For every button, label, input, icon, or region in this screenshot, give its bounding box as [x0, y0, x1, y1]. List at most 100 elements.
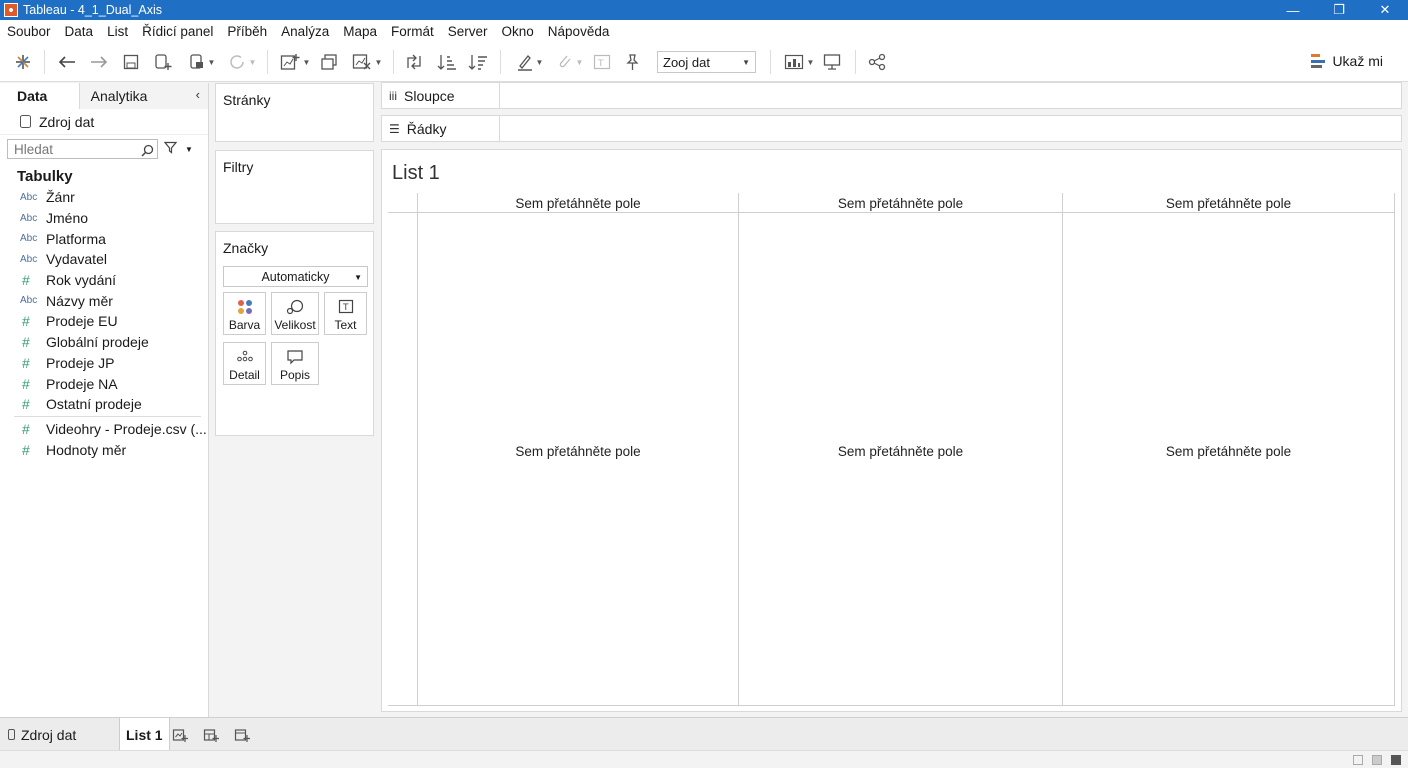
- tab-analytics[interactable]: Analytika: [79, 83, 208, 109]
- field-label: Vydavatel: [46, 251, 107, 268]
- menu-sheet[interactable]: List: [107, 24, 128, 39]
- fit-dropdown[interactable]: Zooj dat ▼: [657, 51, 756, 73]
- field-jmeno[interactable]: Abc Jméno: [0, 208, 208, 229]
- tooltip-button[interactable]: Popis: [271, 342, 319, 385]
- drop-field-zone[interactable]: Sem přetáhněte pole: [1063, 196, 1394, 211]
- drop-field-zone[interactable]: Sem přetáhněte pole: [418, 196, 738, 211]
- pane-menu-chevron-icon[interactable]: ▼: [185, 145, 193, 154]
- show-me-button[interactable]: Ukaž mi: [1311, 53, 1383, 69]
- restore-button[interactable]: ❐: [1316, 0, 1362, 20]
- fix-axes-pin-icon[interactable]: [621, 51, 643, 73]
- field-label: Prodeje JP: [46, 354, 115, 371]
- tab-view-icon[interactable]: [1391, 755, 1401, 765]
- new-data-source-icon[interactable]: [152, 51, 174, 73]
- sheet-title[interactable]: List 1: [392, 162, 440, 185]
- new-worksheet-icon[interactable]: [172, 718, 188, 751]
- menu-help[interactable]: Nápověda: [548, 24, 610, 39]
- field-label: Platforma: [46, 230, 106, 247]
- filters-title: Filtry: [223, 159, 254, 175]
- collapse-pane-icon[interactable]: ‹: [196, 87, 200, 102]
- field-videohry-prodeje-csv[interactable]: # Videohry - Prodeje.csv (...: [0, 419, 208, 440]
- measure-type-icon: #: [22, 375, 30, 392]
- drop-field-zone[interactable]: Sem přetáhněte pole: [1063, 444, 1394, 459]
- menu-map[interactable]: Mapa: [343, 24, 377, 39]
- pages-card[interactable]: Stránky: [215, 83, 374, 142]
- presentation-bar-chart-icon[interactable]: ▼: [781, 51, 817, 73]
- show-me-label: Ukaž mi: [1332, 53, 1383, 69]
- pause-updates-icon[interactable]: ▼: [184, 51, 220, 73]
- fit-dropdown-value: Zooj dat: [663, 54, 710, 70]
- rows-shelf[interactable]: ☰ Řádky: [381, 115, 1402, 142]
- menu-dashboard[interactable]: Řídicí panel: [142, 24, 213, 39]
- new-worksheet-icon[interactable]: ▼: [277, 51, 313, 73]
- field-ostatni-prodeje[interactable]: # Ostatní prodeje: [0, 394, 208, 415]
- save-icon[interactable]: [120, 51, 142, 73]
- menu-analysis[interactable]: Analýza: [281, 24, 329, 39]
- worksheet-view[interactable]: List 1 Sem přetáhněte pole Sem přetáhnět…: [381, 149, 1402, 712]
- search-input[interactable]: Hledat: [7, 139, 158, 159]
- filters-card[interactable]: Filtry: [215, 150, 374, 224]
- duplicate-sheet-icon[interactable]: [318, 51, 340, 73]
- refresh-icon[interactable]: ▼: [224, 51, 260, 73]
- minimize-button[interactable]: —: [1270, 0, 1316, 20]
- color-button[interactable]: Barva: [223, 292, 266, 335]
- new-story-icon[interactable]: [234, 718, 250, 751]
- drop-field-zone[interactable]: Sem přetáhněte pole: [739, 196, 1062, 211]
- new-dashboard-icon[interactable]: [203, 718, 219, 751]
- columns-shelf[interactable]: iii Sloupce: [381, 82, 1402, 109]
- menu-file[interactable]: Soubor: [7, 24, 51, 39]
- measure-type-icon: #: [22, 334, 30, 351]
- field-vydavatel[interactable]: Abc Vydavatel: [0, 249, 208, 270]
- menu-format[interactable]: Formát: [391, 24, 434, 39]
- data-source-item[interactable]: Zdroj dat: [0, 109, 208, 135]
- tab-data[interactable]: Data: [0, 83, 80, 109]
- tables-heading: Tabulky: [17, 167, 73, 185]
- field-prodeje-na[interactable]: # Prodeje NA: [0, 373, 208, 394]
- field-globalni-prodeje[interactable]: # Globální prodeje: [0, 332, 208, 353]
- detail-button[interactable]: Detail: [223, 342, 266, 385]
- sort-descending-icon[interactable]: [467, 51, 489, 73]
- grid-view-icon[interactable]: [1353, 755, 1363, 765]
- field-prodeje-eu[interactable]: # Prodeje EU: [0, 311, 208, 332]
- sheet-tab-list-1[interactable]: List 1: [119, 718, 170, 751]
- share-icon[interactable]: [866, 51, 888, 73]
- close-button[interactable]: ✕: [1362, 0, 1408, 20]
- drop-field-zone[interactable]: Sem přetáhněte pole: [418, 444, 738, 459]
- presentation-mode-icon[interactable]: [821, 51, 843, 73]
- menu-server[interactable]: Server: [448, 24, 488, 39]
- swap-rows-columns-icon[interactable]: [403, 51, 425, 73]
- drop-field-zone[interactable]: Sem přetáhněte pole: [739, 444, 1062, 459]
- tooltip-label: Popis: [279, 368, 311, 382]
- field-rok-vydani[interactable]: # Rok vydání: [0, 270, 208, 291]
- menu-story[interactable]: Příběh: [227, 24, 267, 39]
- color-label: Barva: [228, 318, 261, 332]
- mark-type-dropdown[interactable]: Automaticky ▼: [223, 266, 368, 287]
- undo-icon[interactable]: [56, 51, 78, 73]
- status-bar: [0, 750, 1408, 768]
- field-prodeje-jp[interactable]: # Prodeje JP: [0, 353, 208, 374]
- field-zanr[interactable]: Abc Žánr: [0, 187, 208, 208]
- dimension-type-icon: Abc: [20, 253, 38, 265]
- highlight-icon[interactable]: ▼: [512, 51, 548, 73]
- filter-funnel-icon[interactable]: [163, 141, 178, 157]
- field-hodnoty-mer[interactable]: # Hodnoty měr: [0, 439, 208, 460]
- clear-sheet-icon[interactable]: ▼: [349, 51, 385, 73]
- size-bubbles-icon: [286, 299, 304, 315]
- measure-type-icon: #: [22, 441, 30, 458]
- field-nazvy-mer[interactable]: Abc Názvy měr: [0, 290, 208, 311]
- text-button[interactable]: T Text: [324, 292, 367, 335]
- group-members-icon[interactable]: ▼: [552, 51, 588, 73]
- field-platforma[interactable]: Abc Platforma: [0, 228, 208, 249]
- filmstrip-view-icon[interactable]: [1372, 755, 1382, 765]
- show-labels-icon[interactable]: T: [591, 51, 613, 73]
- database-icon: [20, 115, 31, 128]
- sort-ascending-icon[interactable]: [436, 51, 458, 73]
- menu-data[interactable]: Data: [65, 24, 94, 39]
- redo-icon[interactable]: [88, 51, 110, 73]
- tableau-home-icon[interactable]: [12, 51, 34, 73]
- tooltip-bubble-icon: [287, 350, 303, 365]
- size-button[interactable]: Velikost: [271, 292, 319, 335]
- mark-type-value: Automaticky: [261, 269, 330, 284]
- menu-window[interactable]: Okno: [502, 24, 534, 39]
- data-source-tab[interactable]: Zdroj dat: [8, 718, 76, 751]
